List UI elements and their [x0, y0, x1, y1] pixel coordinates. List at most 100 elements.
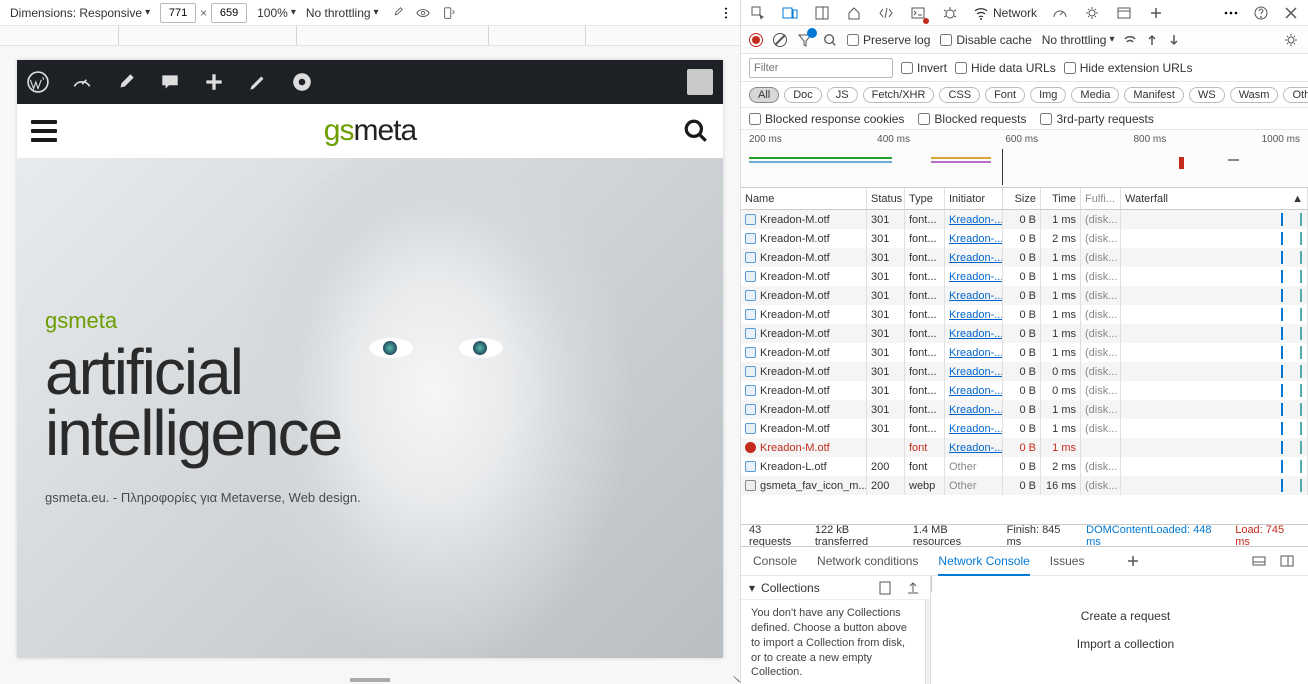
- network-conditions-icon[interactable]: [1124, 34, 1136, 46]
- filter-pill-other[interactable]: Other: [1283, 87, 1308, 103]
- filter-pill-img[interactable]: Img: [1030, 87, 1066, 103]
- import-har-icon[interactable]: [1146, 34, 1158, 46]
- table-row[interactable]: Kreadon-M.otf301font...Kreadon-...0 B1 m…: [741, 248, 1308, 267]
- toggle-device-icon[interactable]: [781, 4, 799, 22]
- table-row[interactable]: Kreadon-M.otf301font...Kreadon-...0 B2 m…: [741, 229, 1308, 248]
- third-party-checkbox[interactable]: 3rd-party requests: [1040, 112, 1153, 126]
- table-row[interactable]: Kreadon-M.otf301font...Kreadon-...0 B1 m…: [741, 400, 1308, 419]
- memory-gear-icon[interactable]: [1083, 4, 1101, 22]
- table-row[interactable]: Kreadon-M.otf301font...Kreadon-...0 B1 m…: [741, 343, 1308, 362]
- more-tools-icon[interactable]: [1222, 4, 1240, 22]
- invert-checkbox[interactable]: Invert: [901, 61, 947, 75]
- filter-toggle-icon[interactable]: [797, 32, 813, 48]
- table-row[interactable]: Kreadon-M.otf301font...Kreadon-...0 B0 m…: [741, 381, 1308, 400]
- height-input[interactable]: [211, 3, 247, 23]
- drawer-tab-network-console[interactable]: Network Console: [938, 554, 1029, 576]
- requests-table[interactable]: Name Status Type Initiator Size Time Ful…: [741, 188, 1308, 524]
- comment-icon[interactable]: [159, 71, 181, 93]
- search-button[interactable]: [683, 118, 709, 144]
- table-row[interactable]: Kreadon-L.otf200fontOther0 B2 ms(disk...: [741, 457, 1308, 476]
- performance-icon[interactable]: [1051, 4, 1069, 22]
- device-throttling-dropdown[interactable]: No throttling: [306, 6, 379, 20]
- filter-pill-css[interactable]: CSS: [939, 87, 980, 103]
- welcome-icon[interactable]: [845, 4, 863, 22]
- collections-toggle-icon[interactable]: ▾: [749, 581, 755, 595]
- table-row[interactable]: Kreadon-M.otf301font...Kreadon-...0 B1 m…: [741, 210, 1308, 229]
- brand-logo[interactable]: gsmeta: [324, 114, 416, 148]
- new-collection-icon[interactable]: [876, 579, 894, 597]
- vertical-resize-handle[interactable]: [350, 678, 390, 682]
- collections-scrollbar[interactable]: [925, 600, 930, 684]
- table-row[interactable]: gsmeta_fav_icon_m...200webpOther0 B16 ms…: [741, 476, 1308, 495]
- sources-bug-icon[interactable]: [941, 4, 959, 22]
- plus-icon[interactable]: [203, 71, 225, 93]
- page-frame[interactable]: gsmeta gsmeta artificial intelligence gs…: [17, 60, 723, 658]
- filter-pill-all[interactable]: All: [749, 87, 779, 103]
- overview-timeline[interactable]: 200 ms400 ms600 ms800 ms1000 ms: [741, 130, 1308, 188]
- record-button[interactable]: [749, 33, 763, 47]
- filter-pill-manifest[interactable]: Manifest: [1124, 87, 1184, 103]
- network-tab[interactable]: Network: [973, 5, 1037, 21]
- plugin-gear-icon[interactable]: [291, 71, 313, 93]
- disable-cache-checkbox[interactable]: Disable cache: [940, 33, 1031, 47]
- hide-data-urls-checkbox[interactable]: Hide data URLs: [955, 61, 1056, 75]
- drawer-tab-network-conditions[interactable]: Network conditions: [817, 554, 918, 568]
- clear-button[interactable]: [773, 33, 787, 47]
- eye-icon[interactable]: [415, 5, 431, 21]
- drawer-dock-icon[interactable]: [1250, 552, 1268, 570]
- filter-pill-wasm[interactable]: Wasm: [1230, 87, 1279, 103]
- device-toolbar-more-icon[interactable]: [718, 5, 734, 21]
- application-icon[interactable]: [1115, 4, 1133, 22]
- blocked-requests-checkbox[interactable]: Blocked requests: [918, 112, 1026, 126]
- collections-header[interactable]: ▾ Collections: [741, 576, 930, 600]
- table-row[interactable]: Kreadon-M.otf301font...Kreadon-...0 B0 m…: [741, 362, 1308, 381]
- network-settings-icon[interactable]: [1282, 31, 1300, 49]
- rotate-icon[interactable]: [441, 5, 457, 21]
- filter-pill-font[interactable]: Font: [985, 87, 1025, 103]
- pencil-icon[interactable]: [247, 71, 269, 93]
- export-har-icon[interactable]: [1168, 34, 1180, 46]
- drawer-layout-icon[interactable]: [1278, 552, 1296, 570]
- table-row[interactable]: Kreadon-M.otf301font...Kreadon-...0 B1 m…: [741, 267, 1308, 286]
- console-icon[interactable]: [909, 4, 927, 22]
- drawer-tab-issues[interactable]: Issues: [1050, 554, 1085, 568]
- filter-pill-media[interactable]: Media: [1071, 87, 1119, 103]
- drawer-add-tab-icon[interactable]: [1124, 552, 1142, 570]
- import-collection-icon[interactable]: [904, 579, 922, 597]
- table-row[interactable]: Kreadon-M.otffontKreadon-...0 B1 ms: [741, 438, 1308, 457]
- table-row[interactable]: Kreadon-M.otf301font...Kreadon-...0 B1 m…: [741, 324, 1308, 343]
- wordpress-icon[interactable]: [27, 71, 49, 93]
- help-icon[interactable]: [1252, 4, 1270, 22]
- filter-pill-ws[interactable]: WS: [1189, 87, 1225, 103]
- panel-layout-icon[interactable]: [813, 4, 831, 22]
- import-collection-link[interactable]: Import a collection: [1077, 637, 1174, 651]
- menu-button[interactable]: [31, 120, 57, 142]
- filter-pill-fetch-xhr[interactable]: Fetch/XHR: [863, 87, 935, 103]
- dimensions-dropdown[interactable]: Dimensions: Responsive: [10, 6, 150, 20]
- user-avatar[interactable]: [687, 69, 713, 95]
- filter-pill-doc[interactable]: Doc: [784, 87, 822, 103]
- preserve-log-checkbox[interactable]: Preserve log: [847, 33, 930, 47]
- network-throttling-dropdown[interactable]: No throttling: [1042, 33, 1115, 47]
- blocked-cookies-checkbox[interactable]: Blocked response cookies: [749, 112, 904, 126]
- eyedropper-icon[interactable]: [389, 5, 405, 21]
- search-icon[interactable]: [823, 33, 837, 47]
- filter-input[interactable]: [749, 58, 893, 78]
- zoom-dropdown[interactable]: 100%: [257, 6, 296, 20]
- table-row[interactable]: Kreadon-M.otf301font...Kreadon-...0 B1 m…: [741, 305, 1308, 324]
- filter-pill-js[interactable]: JS: [827, 87, 858, 103]
- table-row[interactable]: Kreadon-M.otf301font...Kreadon-...0 B1 m…: [741, 419, 1308, 438]
- brush-icon[interactable]: [115, 71, 137, 93]
- elements-icon[interactable]: [877, 4, 895, 22]
- inspect-element-icon[interactable]: [749, 4, 767, 22]
- new-tab-plus-icon[interactable]: [1147, 4, 1165, 22]
- create-request-link[interactable]: Create a request: [1081, 609, 1170, 623]
- table-header[interactable]: Name Status Type Initiator Size Time Ful…: [741, 188, 1308, 210]
- width-input[interactable]: [160, 3, 196, 23]
- corner-resize-handle[interactable]: [728, 672, 740, 684]
- drawer-tab-console[interactable]: Console: [753, 554, 797, 568]
- close-devtools-icon[interactable]: [1282, 4, 1300, 22]
- table-row[interactable]: Kreadon-M.otf301font...Kreadon-...0 B1 m…: [741, 286, 1308, 305]
- hide-extension-urls-checkbox[interactable]: Hide extension URLs: [1064, 61, 1193, 75]
- speedometer-icon[interactable]: [71, 71, 93, 93]
